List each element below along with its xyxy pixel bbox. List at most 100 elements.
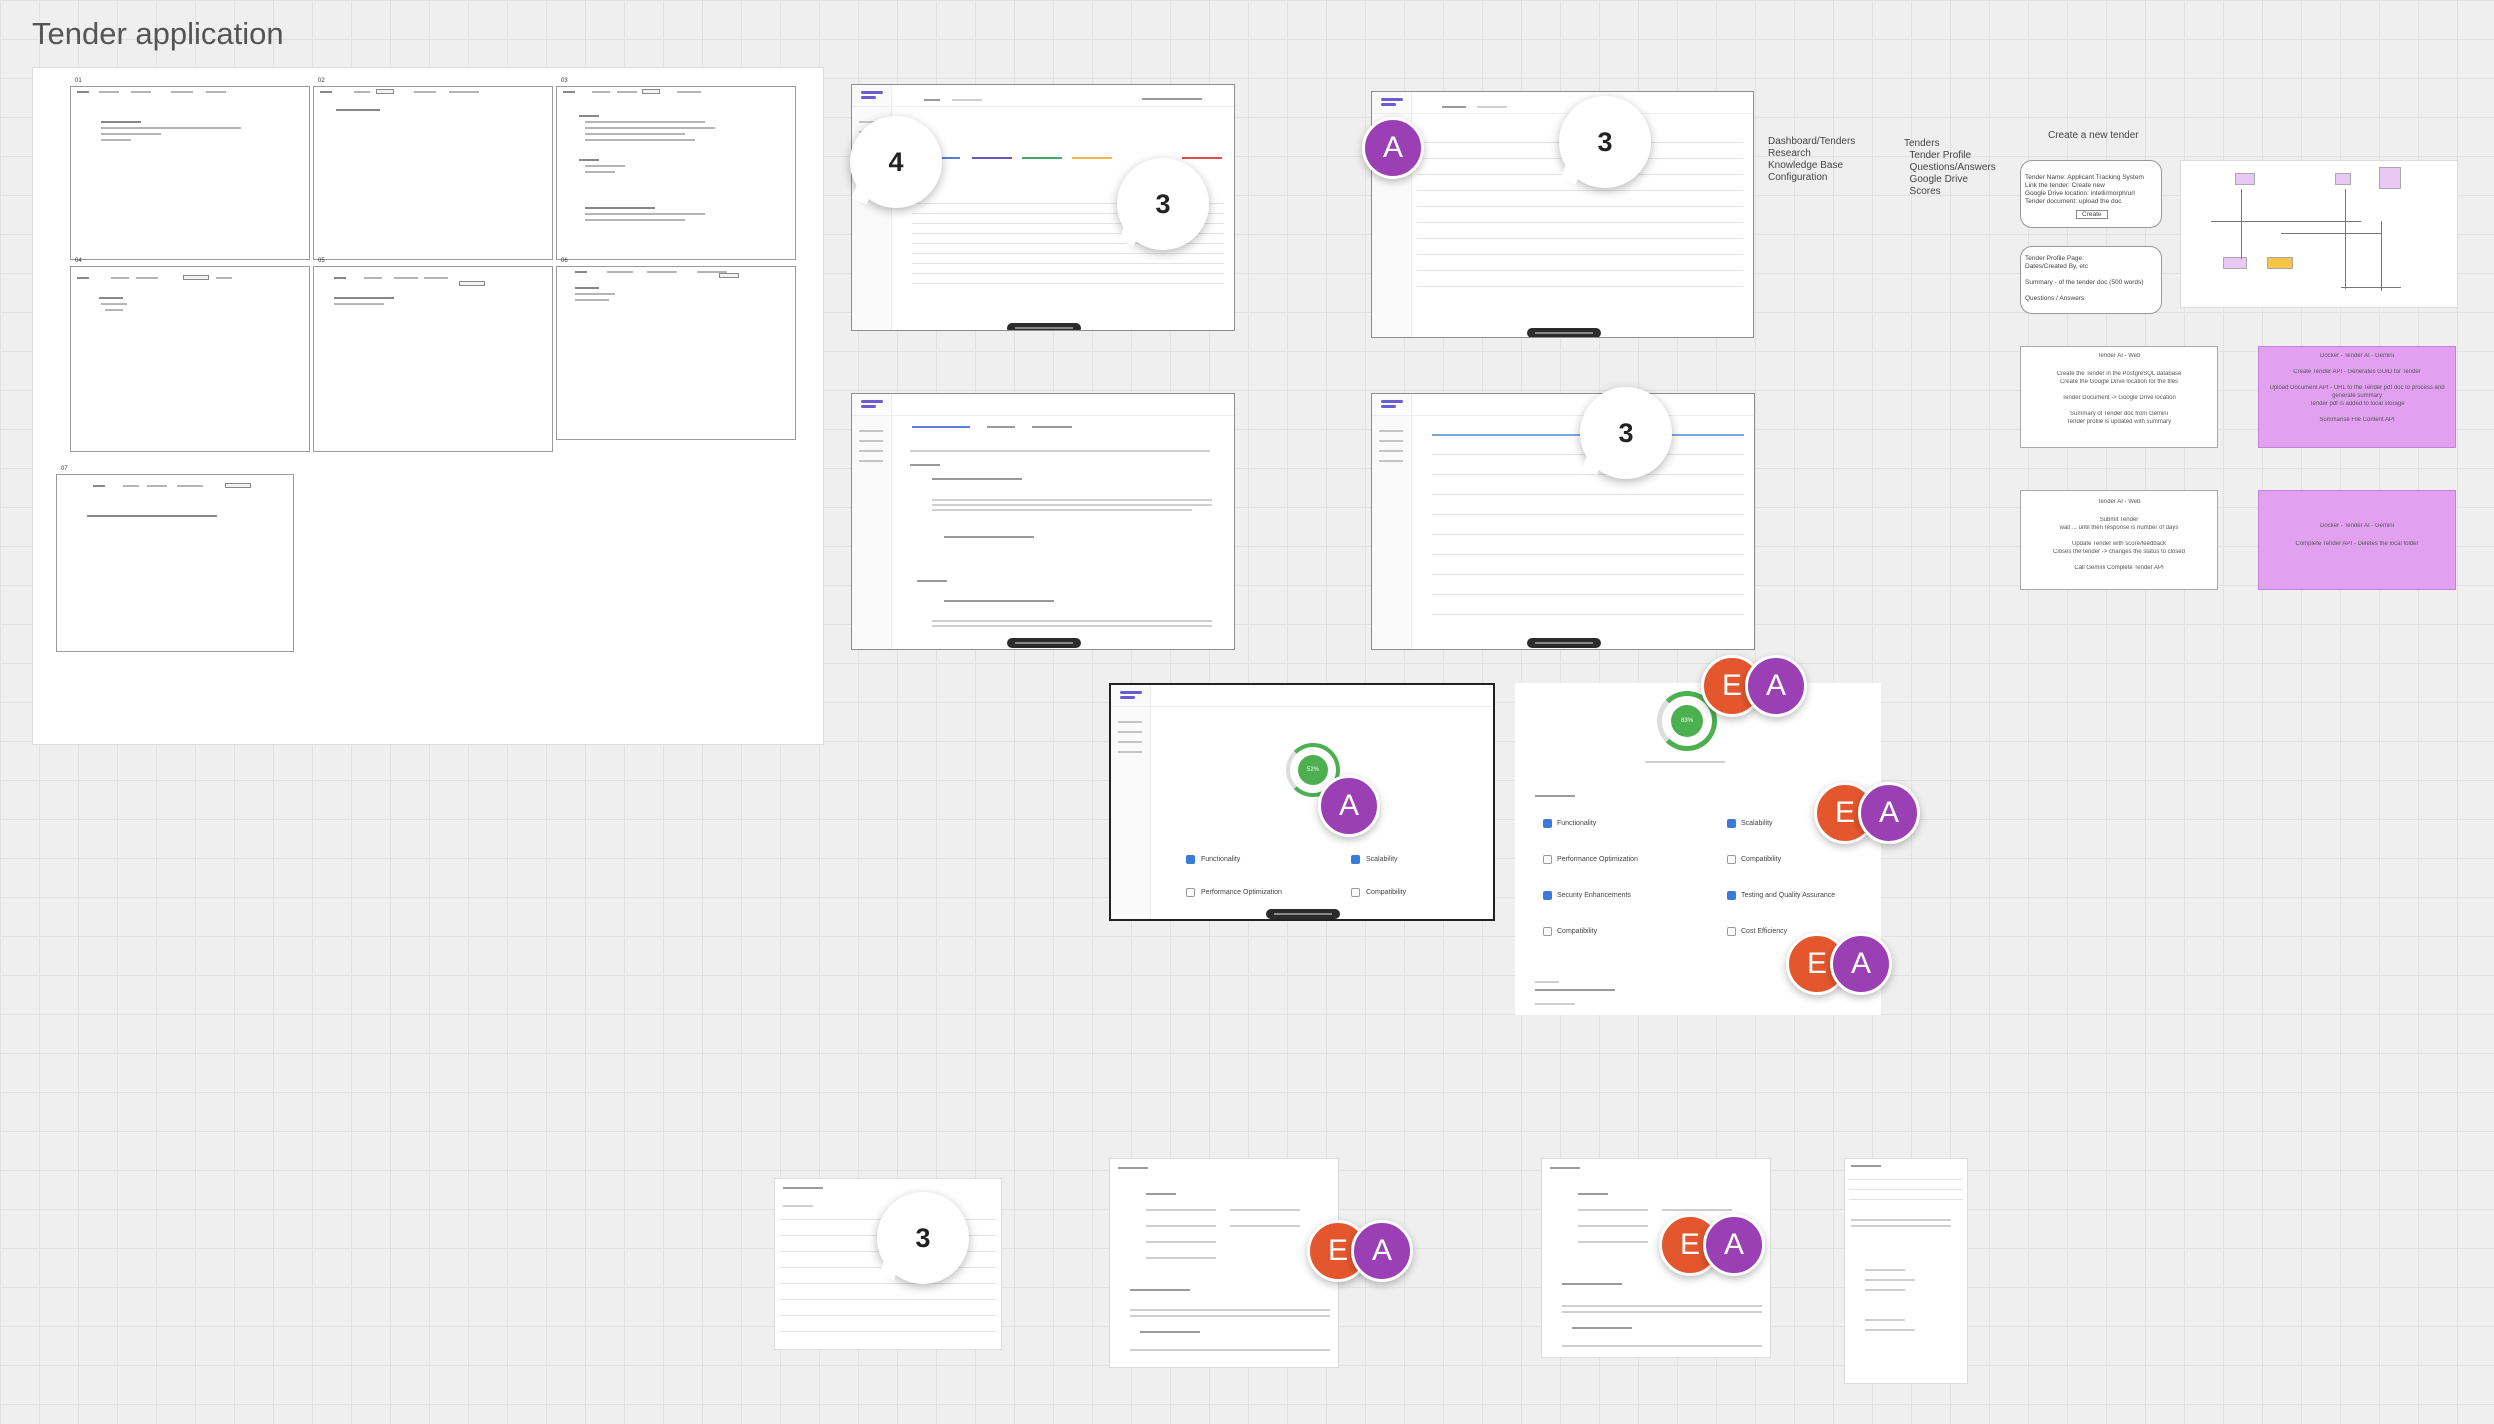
screen-tender-profile[interactable] — [851, 393, 1235, 650]
avatar: A — [1745, 655, 1807, 717]
wireframe-area: 01 02 03 04 05 06 07 — [32, 67, 824, 745]
wireframe-label: 06 — [561, 258, 568, 264]
check-label: Cost Efficiency — [1741, 928, 1788, 935]
screen-score[interactable]: 52% Functionality Scalability Performanc… — [1109, 683, 1495, 921]
check-performance[interactable] — [1186, 888, 1195, 897]
avatar[interactable]: A — [1362, 117, 1424, 179]
check-cost[interactable] — [1727, 927, 1736, 936]
canvas-toolbar[interactable] — [1007, 638, 1081, 648]
wireframe-06[interactable]: 06 — [556, 258, 796, 440]
avatar-group[interactable]: E A — [1786, 933, 1906, 997]
form-line: Tender document: upload the doc — [2025, 198, 2122, 205]
avatar: A — [1703, 1214, 1765, 1276]
wireframe-03[interactable]: 03 — [556, 78, 796, 260]
counter-value: 4 — [888, 146, 904, 177]
docker-flow-box-2: Docker - Tender AI - Gemini Complete Ten… — [2258, 490, 2456, 590]
check-label: Functionality — [1557, 820, 1597, 827]
avatar-initial: A — [1850, 947, 1871, 980]
wireframe-label: 04 — [75, 258, 82, 264]
check-compatibility-2[interactable] — [1543, 927, 1552, 936]
board-title: Tender application — [32, 16, 284, 51]
wireframe-05[interactable]: 05 — [313, 258, 553, 452]
avatar-initial: A — [1765, 669, 1786, 702]
screen-tender-form[interactable] — [1109, 1158, 1339, 1368]
avatar: A — [1858, 782, 1920, 844]
web-line: Submit Tender — [2099, 517, 2139, 523]
counter-value: 3 — [1155, 188, 1171, 219]
check-security[interactable] — [1543, 891, 1552, 900]
web-line: Call Gemini Complete Tender API — [2074, 565, 2164, 571]
check-testing[interactable] — [1727, 891, 1736, 900]
check-compatibility[interactable] — [1727, 855, 1736, 864]
wireframe-01[interactable]: 01 — [70, 78, 310, 260]
check-scalability[interactable] — [1351, 855, 1360, 864]
docker-line: Upload Document API - URL to the Tender … — [2269, 385, 2445, 391]
sidebar — [1372, 394, 1412, 649]
check-functionality[interactable] — [1186, 855, 1195, 864]
avatar-group[interactable]: E A — [1701, 655, 1821, 719]
avatar-group[interactable]: E A — [1659, 1214, 1779, 1278]
create-title: Create a new tender — [2048, 130, 2139, 141]
canvas-toolbar[interactable] — [1007, 323, 1081, 330]
check-label: Performance Optimization — [1201, 889, 1282, 896]
check-label: Compatibility — [1366, 889, 1407, 896]
wireframe-label: 02 — [318, 78, 325, 84]
tender-pages-note: Tenders Tender Profile Questions/Answers… — [1904, 138, 1996, 197]
canvas-toolbar[interactable] — [1527, 328, 1601, 337]
check-performance[interactable] — [1543, 855, 1552, 864]
avatar-group[interactable]: E A — [1307, 1220, 1427, 1284]
counter-bubble[interactable]: 3 — [1580, 387, 1672, 479]
wireframe-label: 03 — [561, 78, 568, 84]
wireframe-label: 07 — [61, 466, 68, 472]
avatar-initial: E — [1806, 947, 1827, 980]
counter-bubble[interactable]: 3 — [1117, 158, 1209, 250]
counter-bubble[interactable]: 3 — [877, 1192, 969, 1284]
score-percent: 52% — [1298, 755, 1328, 785]
web-line: Create the Tender in the PostgreSQL data… — [2056, 371, 2182, 377]
avatar-initial: A — [1723, 1228, 1744, 1261]
web-line: Create the Google Drive location for the… — [2059, 379, 2179, 385]
canvas-toolbar[interactable] — [1266, 909, 1340, 919]
create-button[interactable]: Create — [2076, 210, 2108, 219]
wireframe-02[interactable]: 02 — [313, 78, 553, 260]
flow-diagram — [2180, 160, 2458, 308]
sidebar — [852, 394, 892, 649]
avatar-initial: A — [1338, 789, 1359, 822]
web-flow-box-2: Tender AI - Web Submit Tender wait ... u… — [2020, 490, 2218, 590]
check-scalability[interactable] — [1727, 819, 1736, 828]
wireframe-label: 01 — [75, 78, 82, 84]
avatar-initial: E — [1834, 796, 1855, 829]
check-compatibility[interactable] — [1351, 888, 1360, 897]
counter-value: 3 — [915, 1222, 931, 1253]
web-line: Update Tender with score/feedback — [2072, 541, 2166, 547]
docker-line: Tender pdf is added to local storage — [2309, 401, 2405, 407]
form-line: Tender Name: Applicant Tracking System — [2025, 174, 2144, 181]
wireframe-04[interactable]: 04 — [70, 258, 310, 452]
docker-line: Create Tender API - Generates GUID for T… — [2293, 369, 2421, 375]
counter-bubble[interactable]: 4 — [850, 116, 942, 208]
avatar-group[interactable]: E A — [1814, 782, 1934, 846]
check-functionality[interactable] — [1543, 819, 1552, 828]
avatar[interactable]: A — [1318, 775, 1380, 837]
screen-questions[interactable] — [1371, 393, 1755, 650]
nav-note: Dashboard/Tenders Research Knowledge Bas… — [1768, 136, 1856, 183]
profile-line: Summary - of the tender doc (500 words) — [2025, 279, 2144, 286]
canvas-toolbar[interactable] — [1527, 638, 1601, 648]
web-line: Summary of Tender doc from Gemini — [2070, 411, 2168, 417]
avatar-initial: E — [1721, 669, 1742, 702]
web-line: Tender AI - Web — [2097, 499, 2141, 505]
web-line: Closes the tender -> changes the status … — [2053, 549, 2185, 555]
check-label: Scalability — [1741, 820, 1773, 827]
avatar: A — [1351, 1220, 1413, 1282]
web-line: Tender Document -> Google Drive location — [2062, 395, 2176, 401]
check-label: Security Enhancements — [1557, 892, 1631, 899]
check-label: Compatibility — [1741, 856, 1782, 863]
web-line: wait ... until then response is number o… — [2059, 525, 2179, 531]
screen-document[interactable] — [1844, 1158, 1968, 1384]
check-label: Compatibility — [1557, 928, 1598, 935]
check-label: Testing and Quality Assurance — [1741, 892, 1836, 899]
wireframe-07[interactable]: 07 — [56, 466, 294, 652]
counter-bubble[interactable]: 3 — [1559, 96, 1651, 188]
wireframe-label: 05 — [318, 258, 325, 264]
web-line: Tender AI - Web — [2097, 353, 2141, 359]
